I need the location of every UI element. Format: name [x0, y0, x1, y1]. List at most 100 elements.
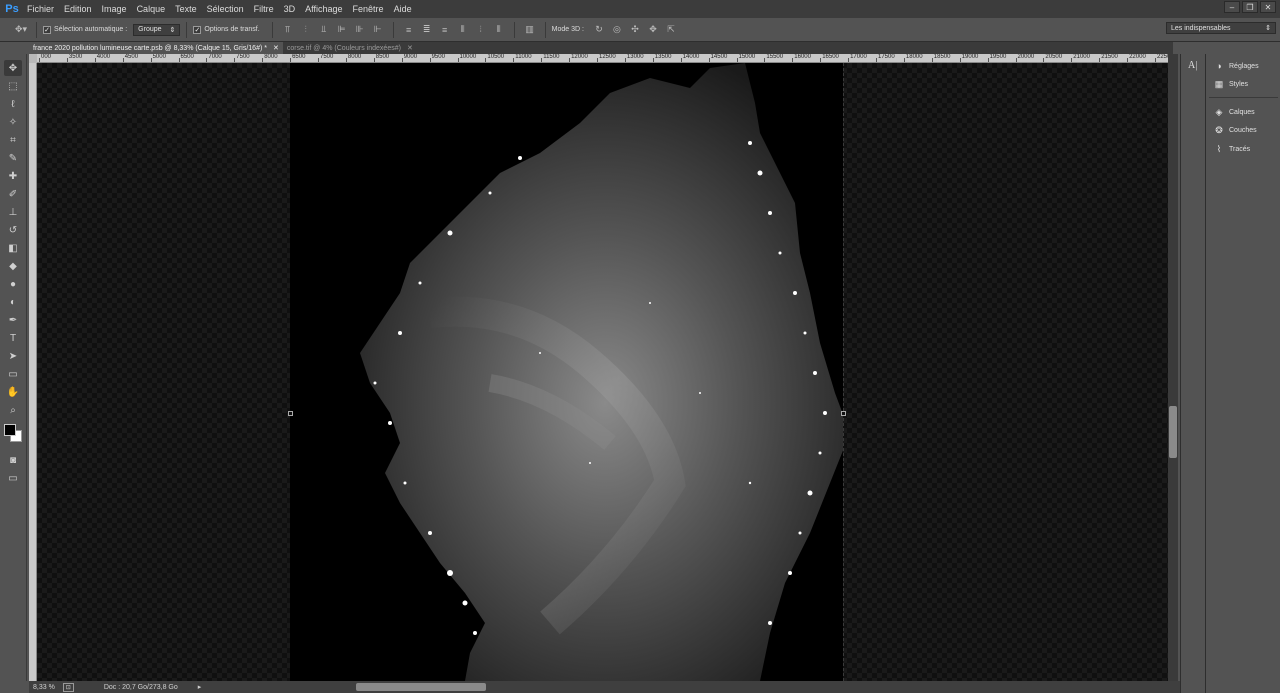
menu-3d[interactable]: 3D	[279, 4, 301, 14]
hand-tool[interactable]: ✋	[4, 384, 22, 400]
dodge-tool[interactable]: ◐	[4, 294, 22, 310]
panel-calques[interactable]: ◈ Calques	[1213, 106, 1255, 118]
vertical-scrollbar[interactable]	[1168, 54, 1178, 681]
pen-tool[interactable]: ✒	[4, 312, 22, 328]
transform-handle-left[interactable]	[288, 411, 293, 416]
menu-calque[interactable]: Calque	[132, 4, 171, 14]
screen-mode-icon[interactable]: ▭	[4, 470, 22, 486]
panel-couches[interactable]: ❂ Couches	[1213, 124, 1256, 136]
ruler-tick	[1071, 58, 1073, 62]
layers-icon: ◈	[1215, 106, 1223, 117]
transform-checkbox[interactable]: ✓	[193, 25, 202, 34]
align-vcenter-icon[interactable]: ⫶	[299, 24, 313, 36]
distribute-left-icon[interactable]: ⦀	[456, 24, 470, 36]
workspace-select[interactable]: Les indispensables ⇕	[1166, 22, 1276, 34]
menu-affichage[interactable]: Affichage	[300, 4, 347, 14]
distribute-hcenter-icon[interactable]: ⦙	[474, 24, 488, 36]
separator	[392, 21, 394, 38]
distribute-bottom-icon[interactable]: ≡	[438, 24, 452, 36]
drag-3d-icon[interactable]: ✣	[628, 24, 642, 36]
history-brush-tool[interactable]: ↺	[4, 222, 22, 238]
roll-3d-icon[interactable]: ◎	[610, 24, 624, 36]
close-icon[interactable]: ✕	[407, 44, 413, 52]
magic-wand-tool[interactable]: ✧	[4, 114, 22, 130]
panel-reglages[interactable]: ◑ Réglages	[1213, 60, 1258, 72]
healing-brush-tool[interactable]: ✚	[4, 168, 22, 184]
ruler-tick	[652, 58, 654, 62]
tab-document-corse[interactable]: corse.tif @ 4% (Couleurs indexées#) ✕	[283, 42, 417, 54]
menu-fenetre[interactable]: Fenêtre	[348, 4, 389, 14]
group-select[interactable]: Groupe ⇕	[133, 23, 181, 36]
slide-3d-icon[interactable]: ✥	[646, 24, 660, 36]
quick-mask-icon[interactable]: ◙	[4, 452, 22, 468]
menu-edition[interactable]: Edition	[59, 4, 97, 14]
select-arrows-icon: ⇕	[169, 26, 176, 34]
align-left-icon[interactable]: ⊫	[335, 24, 349, 36]
horizontal-scroll-thumb[interactable]	[356, 683, 486, 691]
distribute-right-icon[interactable]: ⦀	[492, 24, 506, 36]
vertical-scroll-thumb[interactable]	[1169, 406, 1177, 458]
canvas-area[interactable]	[37, 63, 1168, 681]
zoom-tool[interactable]: ⌕	[4, 402, 22, 418]
panel-icon-column: A|	[1180, 54, 1206, 693]
align-top-icon[interactable]: ⫪	[281, 24, 295, 36]
styles-icon: ▦	[1214, 78, 1224, 89]
close-icon[interactable]: ✕	[273, 44, 279, 52]
clone-stamp-tool[interactable]: ⊥	[4, 204, 22, 220]
eraser-tool[interactable]: ◧	[4, 240, 22, 256]
ruler-tick-label: 13000	[626, 54, 644, 60]
ruler-corner[interactable]	[29, 54, 37, 63]
ruler-tick-label: 4500	[124, 54, 139, 60]
align-hcenter-icon[interactable]: ⊪	[353, 24, 367, 36]
align-bottom-icon[interactable]: ⫫	[317, 24, 331, 36]
tools-panel: ✥ ⬚ ℓ ✧ ⌗ ✎ ✚ ✐ ⊥ ↺ ◧ ◆ ● ◐ ✒ T ➤ ▭ ✋ ⌕ ◙ ▭	[0, 54, 27, 681]
menu-aide[interactable]: Aide	[389, 4, 417, 14]
scale-3d-icon[interactable]: ⇱	[664, 24, 678, 36]
ruler-tick-label: 8500	[375, 54, 390, 60]
foreground-color-swatch[interactable]	[4, 424, 16, 436]
doc-size: Doc : 20,7 Go/273,8 Go	[103, 683, 178, 691]
rectangle-tool[interactable]: ▭	[4, 366, 22, 382]
move-tool[interactable]: ✥	[4, 60, 22, 76]
ruler-top[interactable]: 000 3500 4000 4500 5000 6500 7000 7500 8000 6500 7…	[37, 54, 1168, 63]
distribute-top-icon[interactable]: ≡	[402, 24, 416, 36]
blur-tool[interactable]: ●	[4, 276, 22, 292]
proof-icon[interactable]: ⊡	[62, 682, 74, 692]
align-right-icon[interactable]: ⊩	[371, 24, 385, 36]
panel-dock: ◑ Réglages ▦ Styles ◈ Calques ❂ Couches …	[1207, 54, 1280, 693]
channels-icon: ❂	[1215, 124, 1223, 135]
menu-filtre[interactable]: Filtre	[249, 4, 279, 14]
status-menu-icon[interactable]: ▸	[198, 683, 202, 691]
menu-selection[interactable]: Sélection	[202, 4, 249, 14]
lasso-tool[interactable]: ℓ	[4, 96, 22, 112]
move-tool-preset-icon[interactable]: ✥▾	[14, 24, 28, 36]
panel-traces[interactable]: ⌇ Tracés	[1213, 143, 1250, 155]
auto-select-checkbox[interactable]: ✓	[43, 25, 51, 34]
corsica-light-pollution-map[interactable]	[290, 63, 850, 681]
menu-fichier[interactable]: Fichier	[22, 4, 59, 14]
character-panel-icon[interactable]: A|	[1188, 60, 1197, 71]
close-button[interactable]: ✕	[1260, 1, 1276, 13]
restore-button[interactable]: ❐	[1242, 1, 1258, 13]
brush-tool[interactable]: ✐	[4, 186, 22, 202]
minimize-button[interactable]: –	[1224, 1, 1240, 13]
eyedropper-tool[interactable]: ✎	[4, 150, 22, 166]
distribute-vcenter-icon[interactable]: ≣	[420, 24, 434, 36]
separator	[186, 21, 188, 38]
panel-styles[interactable]: ▦ Styles	[1213, 78, 1248, 90]
path-selection-tool[interactable]: ➤	[4, 348, 22, 364]
ruler-tick	[94, 58, 96, 62]
crop-tool[interactable]: ⌗	[4, 132, 22, 148]
ruler-left[interactable]	[29, 63, 37, 681]
type-tool[interactable]: T	[4, 330, 22, 346]
marquee-tool[interactable]: ⬚	[4, 78, 22, 94]
rotate-3d-icon[interactable]: ↻	[592, 24, 606, 36]
zoom-level[interactable]: 8,33 %	[33, 684, 55, 691]
ruler-tick-label: 20000	[1017, 54, 1035, 60]
transform-handle-right[interactable]	[841, 411, 846, 416]
menu-image[interactable]: Image	[97, 4, 132, 14]
tab-document-active[interactable]: france 2020 pollution lumineuse carte.ps…	[29, 42, 283, 54]
menu-texte[interactable]: Texte	[170, 4, 202, 14]
auto-align-icon[interactable]: ▥	[523, 24, 537, 36]
paint-bucket-tool[interactable]: ◆	[4, 258, 22, 274]
